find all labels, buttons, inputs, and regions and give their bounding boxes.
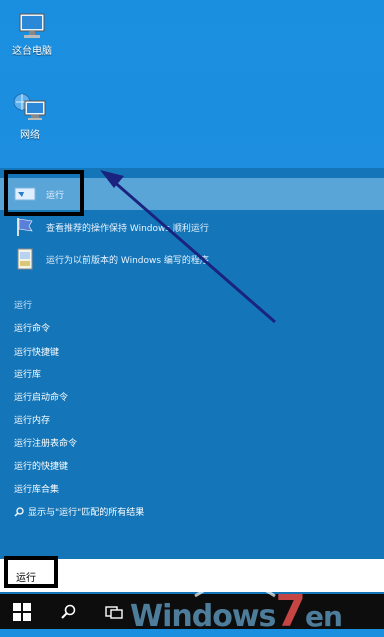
start-button[interactable] (0, 594, 44, 629)
task-view-icon (105, 605, 123, 619)
task-view-button[interactable] (96, 594, 132, 629)
annotation-arrow (100, 170, 276, 324)
annotation-box-search (4, 556, 58, 588)
search-icon (61, 604, 76, 619)
windows-start-icon (13, 602, 31, 621)
taskbar (0, 594, 384, 629)
search-button[interactable] (50, 594, 86, 629)
